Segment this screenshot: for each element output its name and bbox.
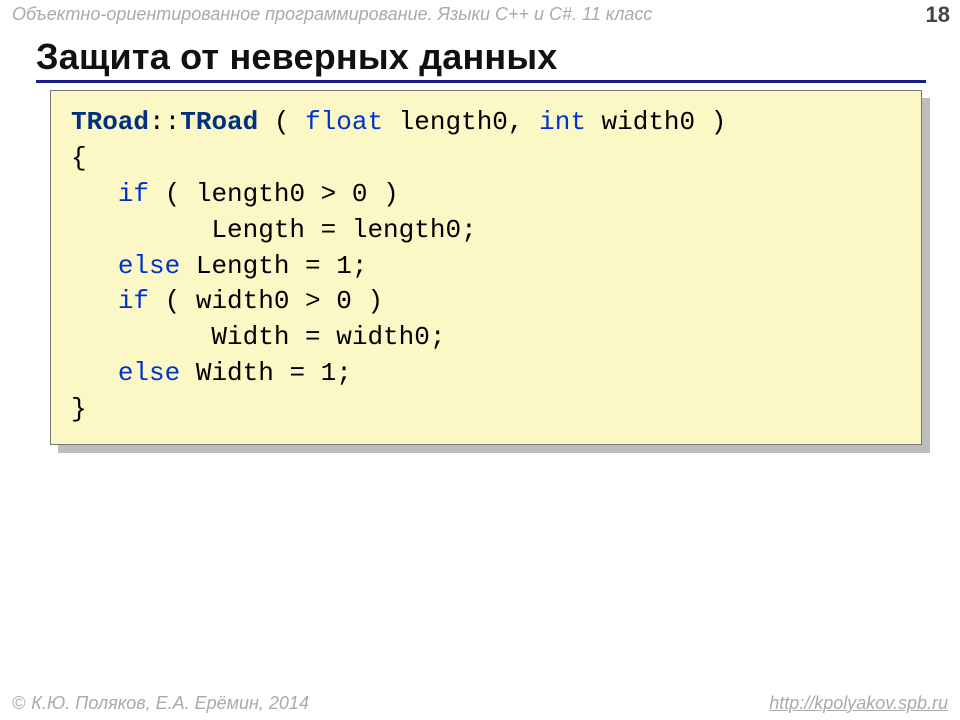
copyright-icon: © bbox=[12, 693, 25, 714]
page-number: 18 bbox=[926, 2, 950, 28]
header-strip: Объектно-ориентированное программировани… bbox=[0, 0, 960, 28]
code-block: TRoad::TRoad ( float length0, int width0… bbox=[50, 90, 922, 445]
tok: else bbox=[118, 251, 180, 281]
tok: TRoad bbox=[71, 107, 149, 137]
tok: } bbox=[71, 394, 87, 424]
course-title: Объектно-ориентированное программировани… bbox=[12, 4, 652, 25]
copyright: © К.Ю. Поляков, Е.А. Ерёмин, 2014 bbox=[12, 693, 309, 714]
title-text: Защита от неверных данных bbox=[36, 36, 926, 78]
tok: int bbox=[539, 107, 586, 137]
copyright-text: К.Ю. Поляков, Е.А. Ерёмин, 2014 bbox=[31, 693, 309, 714]
footer-strip: © К.Ю. Поляков, Е.А. Ерёмин, 2014 http:/… bbox=[0, 690, 960, 720]
tok: if bbox=[118, 179, 149, 209]
tok: :: bbox=[149, 107, 180, 137]
slide-title: Защита от неверных данных bbox=[36, 36, 926, 83]
tok: ( width0 > 0 ) bbox=[149, 286, 383, 316]
tok bbox=[71, 286, 118, 316]
footer-link[interactable]: http://kpolyakov.spb.ru bbox=[769, 693, 948, 714]
tok bbox=[71, 251, 118, 281]
tok: TRoad bbox=[180, 107, 258, 137]
tok: if bbox=[118, 286, 149, 316]
tok: Width = 1; bbox=[180, 358, 352, 388]
tok: length0, bbox=[383, 107, 539, 137]
tok: ( length0 > 0 ) bbox=[149, 179, 399, 209]
tok bbox=[71, 179, 118, 209]
tok: width0 ) bbox=[586, 107, 726, 137]
tok: float bbox=[305, 107, 383, 137]
tok: Width = width0; bbox=[71, 322, 445, 352]
tok bbox=[71, 358, 118, 388]
tok: Length = 1; bbox=[180, 251, 367, 281]
tok: else bbox=[118, 358, 180, 388]
tok: Length = length0; bbox=[71, 215, 477, 245]
tok: { bbox=[71, 143, 87, 173]
tok: ( bbox=[258, 107, 305, 137]
